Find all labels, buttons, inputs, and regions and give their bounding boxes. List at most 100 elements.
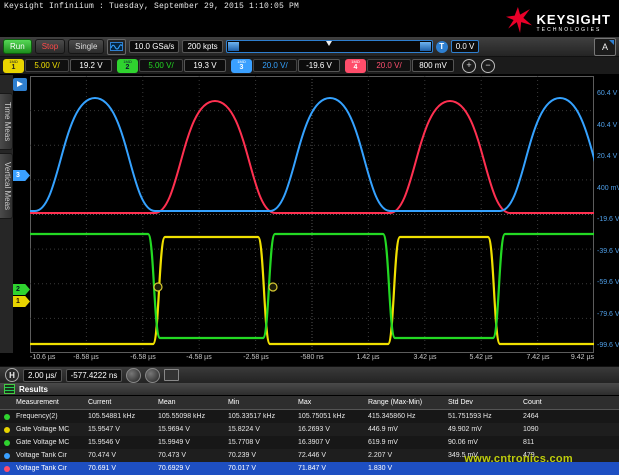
- cell-current: 105.54881 kHz: [86, 413, 156, 420]
- trigger-level-field[interactable]: 0.0 V: [451, 40, 480, 53]
- window-title: Keysight Infiniium : Tuesday, September …: [4, 2, 299, 11]
- channel-3-reference-marker[interactable]: 3: [13, 170, 30, 181]
- voltage-tick: -19.6 V: [597, 216, 619, 223]
- measurement-source-icon: [4, 466, 10, 472]
- time-tick: 9.42 µs: [571, 354, 594, 361]
- stop-button[interactable]: Stop: [35, 39, 65, 54]
- channel-3-scale-field[interactable]: 20.0 V/: [253, 59, 297, 72]
- time-axis: -10.6 µs -8.58 µs -6.58 µs -4.58 µs -2.5…: [0, 354, 619, 366]
- cell-stddev: 49.902 mV: [446, 426, 521, 433]
- waveform-display[interactable]: [30, 76, 594, 353]
- tab-time-meas[interactable]: Time Meas: [0, 93, 13, 150]
- position-marker[interactable]: [326, 41, 332, 46]
- results-row[interactable]: Gate Voltage MC 15.9547 V 15.9694 V 15.8…: [0, 423, 619, 436]
- measurement-source-icon: [4, 440, 10, 446]
- channel-1-number: 1: [12, 64, 16, 71]
- cell-measurement: Frequency(2): [14, 413, 86, 420]
- cell-mean: 70.6929 V: [156, 465, 226, 472]
- cell-current: 15.9547 V: [86, 426, 156, 433]
- pan-mode-icon[interactable]: [13, 78, 27, 91]
- time-tick: 3.42 µs: [413, 354, 436, 361]
- time-tick: -4.58 µs: [186, 354, 211, 361]
- channel-3-button[interactable]: 1MΩ3: [231, 59, 252, 73]
- measurement-source-icon: [4, 453, 10, 459]
- cell-max: 71.847 V: [296, 465, 366, 472]
- channel-4-number: 4: [354, 64, 358, 71]
- channel-4-offset-field[interactable]: 800 mV: [412, 59, 454, 72]
- keysight-spark-icon: [506, 6, 532, 39]
- cell-measurement: Gate Voltage MC: [14, 439, 86, 446]
- remove-channel-icon[interactable]: −: [481, 59, 495, 73]
- cell-current: 70.474 V: [86, 452, 156, 459]
- single-button[interactable]: Single: [68, 39, 104, 54]
- channel-2-offset-field[interactable]: 19.3 V: [184, 59, 226, 72]
- add-channel-icon[interactable]: +: [462, 59, 476, 73]
- channel-2-button[interactable]: 1MΩ2: [117, 59, 138, 73]
- time-tick: -6.58 µs: [130, 354, 155, 361]
- channel-4-button[interactable]: 1MΩ4: [345, 59, 366, 73]
- channel-1-button[interactable]: 1MΩ1: [3, 59, 24, 73]
- horizontal-bar: H 2.00 µs/ -577.4222 ns: [0, 366, 619, 383]
- measurement-marker-icon[interactable]: [154, 283, 162, 291]
- time-tick: -580 ns: [300, 354, 323, 361]
- measurement-source-icon: [4, 414, 10, 420]
- scale-knob-icon[interactable]: [126, 368, 141, 383]
- waveform-svg: [30, 76, 594, 353]
- cell-count: 1090: [521, 426, 569, 433]
- keysight-logo: KEYSIGHT TECHNOLOGIES: [506, 6, 611, 39]
- voltage-tick: -79.6 V: [597, 311, 619, 318]
- cell-max: 16.3907 V: [296, 439, 366, 446]
- time-tick: -8.58 µs: [73, 354, 98, 361]
- channel-1-offset-field[interactable]: 19.2 V: [70, 59, 112, 72]
- zoom-window-icon[interactable]: [164, 369, 179, 381]
- display-settings-icon[interactable]: [107, 39, 126, 55]
- voltage-tick: 20.4 V: [597, 153, 619, 160]
- channel-2-number: 2: [126, 64, 130, 71]
- cell-count: 2464: [521, 413, 569, 420]
- channel-3-group: 1MΩ3 20.0 V/ -19.6 V: [231, 59, 340, 73]
- position-knob-icon[interactable]: [145, 368, 160, 383]
- channel-3-offset-field[interactable]: -19.6 V: [298, 59, 340, 72]
- time-tick: 7.42 µs: [526, 354, 549, 361]
- timebase-position-field[interactable]: -577.4222 ns: [66, 369, 123, 382]
- channel-1-reference-marker[interactable]: 1: [13, 296, 30, 307]
- channel-2-reference-marker[interactable]: 2: [13, 284, 30, 295]
- results-table-icon[interactable]: [4, 384, 15, 394]
- channel-1-scale-field[interactable]: 5.00 V/: [25, 59, 69, 72]
- cell-measurement: Voltage Tank Cir: [14, 465, 86, 472]
- column-mean: Mean: [156, 399, 226, 406]
- title-bar: Keysight Infiniium : Tuesday, September …: [0, 0, 619, 37]
- results-row[interactable]: Frequency(2) 105.54881 kHz 105.55098 kHz…: [0, 410, 619, 423]
- voltage-tick: 400 mV: [597, 185, 619, 192]
- trigger-icon[interactable]: T: [436, 41, 448, 53]
- time-tick: 5.42 µs: [469, 354, 492, 361]
- cell-measurement: Gate Voltage MC: [14, 426, 86, 433]
- column-stddev: Std Dev: [446, 399, 521, 406]
- timebase-scale-field[interactable]: 2.00 µs/: [23, 369, 62, 382]
- cell-count: 811: [521, 439, 569, 446]
- channel-2-group: 1MΩ2 5.00 V/ 19.3 V: [117, 59, 226, 73]
- channel-4-scale-field[interactable]: 20.0 V/: [367, 59, 411, 72]
- cell-mean: 105.55098 kHz: [156, 413, 226, 420]
- measurement-marker-icon[interactable]: [269, 283, 277, 291]
- results-row[interactable]: Gate Voltage MC 15.9546 V 15.9949 V 15.7…: [0, 436, 619, 449]
- brand-name: KEYSIGHT: [537, 13, 611, 26]
- memory-depth-field[interactable]: 200 kpts: [182, 40, 222, 53]
- cell-min: 105.33517 kHz: [226, 413, 296, 420]
- voltage-tick: -39.6 V: [597, 248, 619, 255]
- voltage-tick: -59.6 V: [597, 279, 619, 286]
- acquisition-toolbar: Run Stop Single 10.0 GSa/s 200 kpts T 0.…: [0, 37, 619, 57]
- run-button[interactable]: Run: [3, 39, 32, 54]
- cell-range: 446.9 mV: [366, 426, 446, 433]
- column-measurement: Measurement: [14, 399, 86, 406]
- horizontal-position-bar[interactable]: [226, 40, 433, 53]
- column-current: Current: [86, 399, 156, 406]
- channel-2-scale-field[interactable]: 5.00 V/: [139, 59, 183, 72]
- sample-rate-field[interactable]: 10.0 GSa/s: [129, 40, 179, 53]
- horizontal-icon[interactable]: H: [5, 368, 19, 382]
- tab-vertical-meas[interactable]: Vertical Meas: [0, 153, 13, 219]
- results-column-headers: Measurement Current Mean Min Max Range (…: [0, 396, 619, 410]
- autoscale-button[interactable]: A: [594, 38, 616, 56]
- cell-min: 70.239 V: [226, 452, 296, 459]
- cell-current: 15.9546 V: [86, 439, 156, 446]
